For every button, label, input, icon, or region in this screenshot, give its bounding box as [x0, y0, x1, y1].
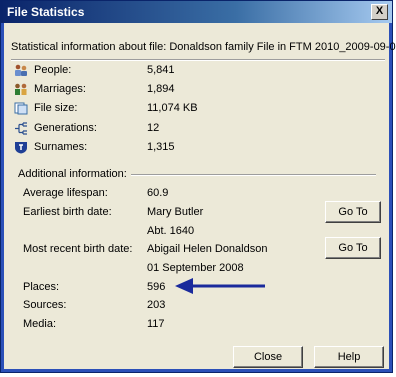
additional-info-heading: Additional information: [18, 168, 131, 180]
people-label: People: [34, 64, 72, 76]
dialog-body: Statistical information about file: Dona… [4, 23, 396, 369]
sources-label: Sources: [23, 299, 67, 311]
average-lifespan-value: 60.9 [147, 187, 169, 199]
additional-separator [116, 174, 376, 176]
earliest-birth-date: Abt. 1640 [147, 225, 195, 237]
surnames-label: Surnames: [34, 141, 88, 153]
sources-value: 203 [147, 299, 166, 311]
media-label: Media: [23, 318, 57, 330]
marriages-icon [15, 83, 27, 95]
surnames-icon [15, 142, 27, 154]
generations-icon [15, 122, 27, 135]
earliest-birth-label: Earliest birth date: [23, 206, 112, 218]
media-value: 117 [147, 318, 165, 330]
close-button[interactable]: Close [233, 346, 303, 368]
earliest-birth-name: Mary Butler [147, 206, 204, 218]
generations-value: 12 [147, 122, 160, 134]
recent-go-to-button[interactable]: Go To [325, 237, 381, 259]
file-statistics-window: File Statistics X Statistical informatio… [0, 0, 396, 373]
file-size-icon [14, 102, 28, 115]
file-size-label: File size: [34, 102, 78, 114]
marriages-value: 1,894 [147, 83, 175, 95]
people-value: 5,841 [147, 64, 175, 76]
generations-label: Generations: [34, 122, 97, 134]
help-button[interactable]: Help [314, 346, 384, 368]
people-icon [15, 64, 27, 76]
recent-birth-name: Abigail Helen Donaldson [147, 243, 268, 255]
file-size-value: 11,074 KB [147, 102, 198, 114]
recent-birth-date: 01 September 2008 [147, 262, 244, 274]
places-label: Places: [23, 281, 60, 293]
title-bar: File Statistics X [1, 1, 392, 23]
surnames-value: 1,315 [147, 141, 175, 153]
window-title: File Statistics [7, 5, 85, 19]
annotation-arrow-icon [175, 278, 265, 294]
recent-birth-label: Most recent birth date: [23, 243, 133, 255]
earliest-go-to-button[interactable]: Go To [325, 201, 381, 223]
places-value: 596 [147, 281, 166, 293]
average-lifespan-label: Average lifespan: [23, 187, 108, 199]
marriages-label: Marriages: [34, 83, 86, 95]
close-window-button[interactable]: X [371, 4, 388, 20]
file-info-header: Statistical information about file: Dona… [11, 41, 396, 53]
header-separator [11, 59, 385, 61]
